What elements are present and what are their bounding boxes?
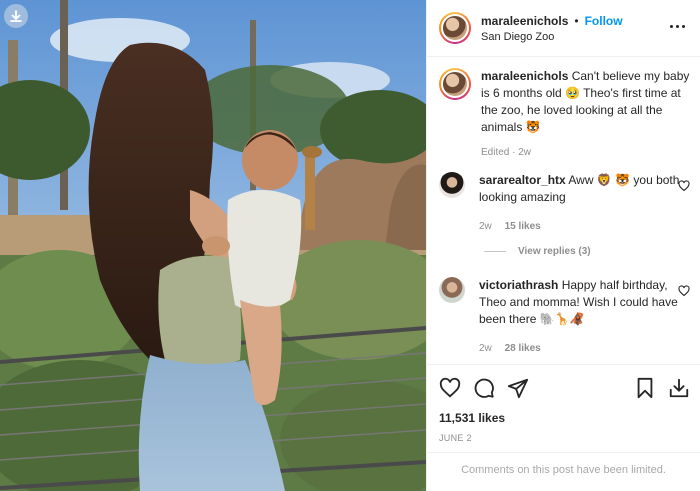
header-divider: [427, 56, 700, 57]
actions-divider: [427, 364, 700, 365]
post-header: maraleenichols • Follow San Diego Zoo: [439, 10, 688, 46]
follow-button[interactable]: Follow: [585, 14, 623, 28]
more-options-icon[interactable]: [670, 20, 688, 32]
comment-likes[interactable]: 15 likes: [505, 221, 541, 232]
footer-divider: [427, 452, 700, 453]
action-bar: [439, 376, 690, 400]
likes-count[interactable]: 11,531 likes: [439, 411, 505, 425]
post-caption: maraleenichols Can't believe my baby is …: [439, 68, 690, 161]
zoo-photo-image: [0, 0, 426, 491]
download-icon[interactable]: [4, 4, 28, 28]
author-avatar[interactable]: [439, 12, 471, 44]
like-comment-heart-icon[interactable]: [678, 180, 690, 192]
commenter-avatar[interactable]: [439, 172, 465, 198]
view-replies-button[interactable]: View replies (3): [484, 246, 591, 257]
caption-edited-time: Edited · 2w: [481, 147, 532, 158]
comment-username[interactable]: victoriathrash: [479, 278, 558, 292]
location-link[interactable]: San Diego Zoo: [481, 31, 623, 43]
post-photo[interactable]: [0, 0, 426, 491]
share-paper-plane-icon[interactable]: [507, 377, 529, 399]
download-tray-icon[interactable]: [668, 377, 690, 399]
comment-item: victoriathrash Happy half birthday, Theo…: [439, 277, 690, 357]
caption-avatar[interactable]: [439, 68, 471, 100]
comment-bubble-icon[interactable]: [473, 377, 495, 399]
author-username[interactable]: maraleenichols: [481, 14, 568, 28]
separator-dot: •: [574, 13, 579, 28]
commenter-avatar[interactable]: [439, 277, 465, 303]
save-bookmark-icon[interactable]: [634, 377, 656, 399]
comment-likes[interactable]: 28 likes: [505, 343, 541, 354]
replies-line: [484, 251, 506, 252]
post-details-panel: maraleenichols • Follow San Diego Zoo ma…: [426, 0, 700, 491]
comment-item: sararealtor_htx Aww 🦁 🐯 you both looking…: [439, 172, 690, 235]
caption-username[interactable]: maraleenichols: [481, 69, 568, 83]
comment-username[interactable]: sararealtor_htx: [479, 173, 566, 187]
like-heart-icon[interactable]: [439, 377, 461, 399]
view-replies-label[interactable]: View replies (3): [518, 246, 591, 257]
post-date: JUNE 2: [439, 433, 472, 443]
like-comment-heart-icon[interactable]: [678, 285, 690, 297]
comments-limited-notice: Comments on this post have been limited.: [461, 464, 666, 476]
comment-time: 2w: [479, 221, 492, 232]
comment-time: 2w: [479, 343, 492, 354]
